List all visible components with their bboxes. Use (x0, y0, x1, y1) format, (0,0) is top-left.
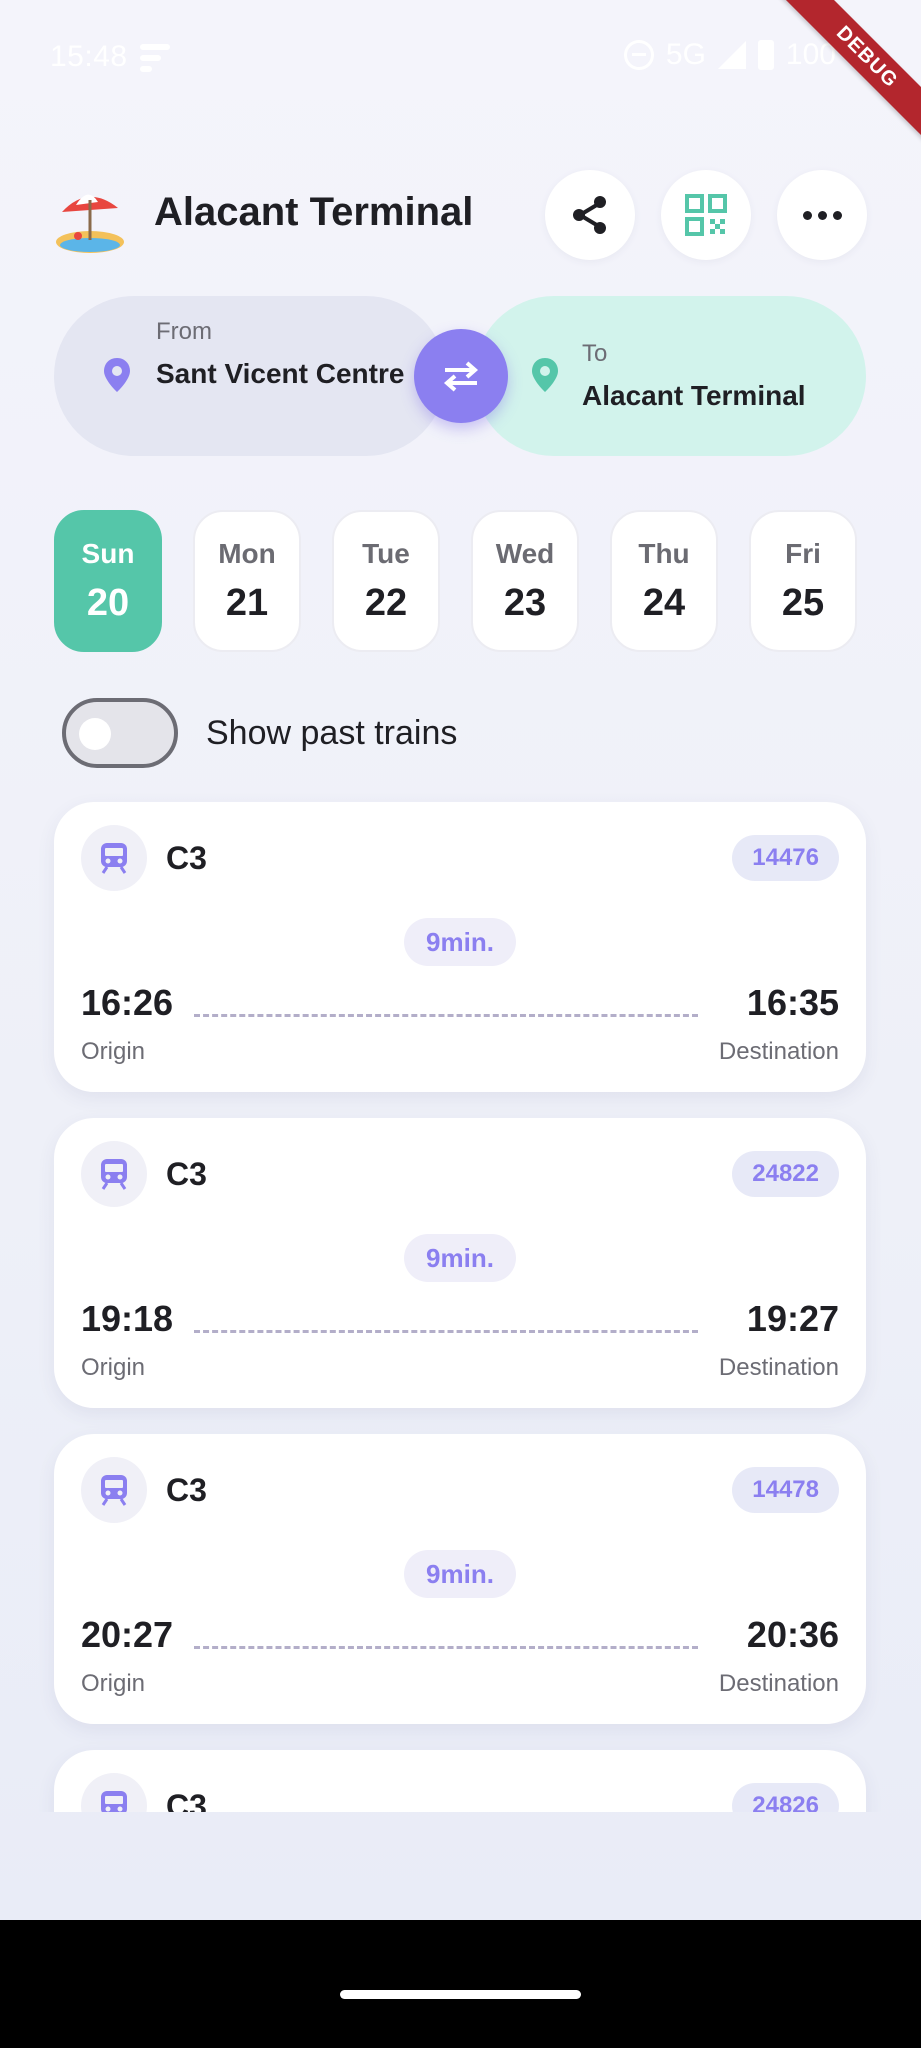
origin-label: Origin (81, 1038, 146, 1065)
status-time: 15:48 (50, 40, 128, 73)
home-indicator[interactable] (340, 1990, 581, 1999)
departure-time: 16:26 (81, 982, 174, 1023)
duration-badge: 9min. (404, 1550, 516, 1598)
location-pin-icon (104, 358, 130, 392)
arrival-time: 19:27 (746, 1298, 839, 1339)
to-label: To (582, 340, 608, 367)
duration-badge: 9min. (404, 918, 516, 966)
train-icon-badge (81, 1457, 147, 1523)
train-card[interactable]: C3 24826 (54, 1750, 866, 1812)
show-past-trains-label: Show past trains (206, 714, 458, 752)
header: Alacant Terminal (54, 170, 867, 260)
day-number: 25 (781, 582, 825, 624)
destination-label: Destination (718, 1038, 839, 1065)
notification-icon (140, 44, 170, 74)
day-name: Tue (362, 538, 410, 569)
day-chip-tue[interactable]: Tue 22 (332, 510, 440, 652)
battery-icon (757, 40, 774, 70)
day-chip-sun[interactable]: Sun 20 (54, 510, 162, 652)
day-number: 23 (503, 582, 547, 624)
day-chip-thu[interactable]: Thu 24 (610, 510, 718, 652)
day-number: 20 (86, 582, 130, 624)
arrival-time: 16:35 (746, 982, 839, 1023)
swap-arrows-icon (443, 361, 479, 392)
day-chip-wed[interactable]: Wed 23 (471, 510, 579, 652)
train-icon (101, 843, 127, 874)
share-icon (573, 196, 606, 234)
train-icon-badge (81, 1141, 147, 1207)
line-name: C3 (166, 1788, 207, 1812)
route-selector: From Sant Vicent Centre To Alacant Termi… (54, 296, 866, 456)
day-name: Sun (81, 538, 135, 569)
departure-time: 20:27 (81, 1614, 174, 1655)
train-card[interactable]: C3 14476 9min. 16:26 16:35 Origin Destin… (54, 802, 866, 1092)
from-label: From (156, 318, 212, 345)
show-past-trains-row: Show past trains (62, 698, 762, 770)
route-dashed-line (194, 1646, 698, 1649)
day-chip-mon[interactable]: Mon 21 (193, 510, 301, 652)
toggle-knob (79, 718, 111, 750)
train-number-badge: 24822 (732, 1151, 839, 1197)
train-icon-badge (81, 1773, 147, 1812)
qr-code-icon (685, 194, 727, 236)
day-name: Mon (218, 538, 276, 569)
origin-label: Origin (81, 1354, 146, 1381)
signal-icon (717, 41, 746, 69)
departure-time: 19:18 (81, 1298, 174, 1339)
line-name: C3 (166, 1156, 207, 1192)
day-name: Thu (638, 538, 690, 569)
swap-stations-button[interactable] (414, 329, 508, 423)
day-number: 22 (364, 582, 408, 624)
train-icon (101, 1791, 127, 1812)
route-dashed-line (194, 1330, 698, 1333)
train-number-badge: 14476 (732, 835, 839, 881)
location-pin-icon (532, 358, 558, 392)
train-card[interactable]: C3 24822 9min. 19:18 19:27 Origin Destin… (54, 1118, 866, 1408)
destination-label: Destination (718, 1354, 839, 1381)
day-selector: Sun 20 Mon 21 Tue 22 Wed 23 Thu 24 Fri 2… (54, 510, 866, 654)
train-icon (101, 1159, 127, 1190)
route-dashed-line (194, 1014, 698, 1017)
show-past-trains-toggle[interactable] (62, 698, 178, 768)
line-name: C3 (166, 1472, 207, 1508)
do-not-disturb-icon (623, 40, 654, 70)
day-name: Wed (495, 538, 555, 569)
app-screen: 15:48 5G 100 % DEBUG Alacant Terminal Fr… (0, 0, 921, 1920)
to-station-name: Alacant Terminal (582, 380, 806, 411)
day-name: Fri (785, 538, 821, 569)
train-card[interactable]: C3 14478 9min. 20:27 20:36 Origin Destin… (54, 1434, 866, 1724)
train-list[interactable]: C3 14476 9min. 16:26 16:35 Origin Destin… (0, 790, 921, 1812)
day-chip-fri[interactable]: Fri 25 (749, 510, 857, 652)
page-title: Alacant Terminal (154, 190, 474, 234)
share-button[interactable] (545, 170, 635, 260)
day-number: 24 (642, 582, 686, 624)
duration-badge: 9min. (404, 1234, 516, 1282)
status-bar: 15:48 5G 100 % DEBUG (0, 0, 921, 147)
beach-umbrella-icon (56, 194, 124, 253)
train-number-badge: 24826 (732, 1783, 839, 1812)
day-number: 21 (225, 582, 269, 624)
train-icon-badge (81, 825, 147, 891)
system-navigation-bar (0, 1920, 921, 2048)
network-label: 5G (665, 38, 706, 71)
line-name: C3 (166, 840, 207, 876)
from-station-name: Sant Vicent Centre (156, 358, 405, 389)
more-horizontal-icon (802, 210, 842, 220)
origin-label: Origin (81, 1670, 146, 1697)
train-number-badge: 14478 (732, 1467, 839, 1513)
train-icon (101, 1475, 127, 1506)
destination-label: Destination (718, 1670, 839, 1697)
qr-code-button[interactable] (661, 170, 751, 260)
debug-banner: DEBUG (777, 0, 921, 147)
arrival-time: 20:36 (746, 1614, 839, 1655)
more-options-button[interactable] (777, 170, 867, 260)
